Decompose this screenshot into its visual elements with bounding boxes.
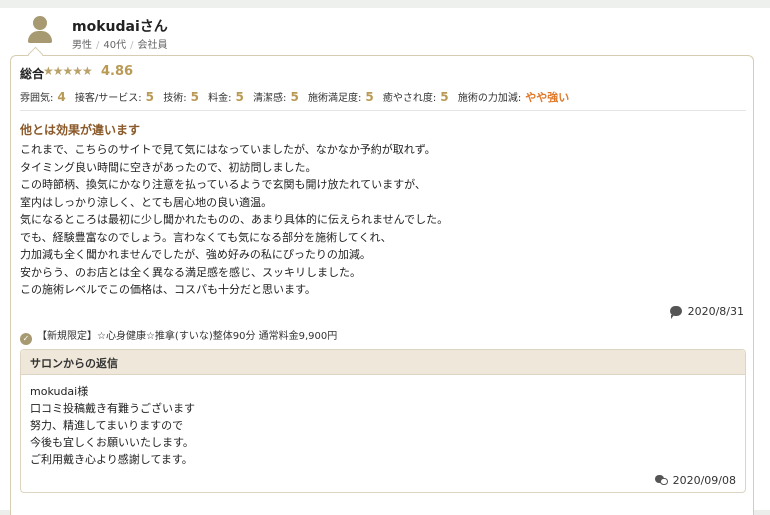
rating-value: 5 [290,90,299,104]
check-icon: ✓ [20,333,32,345]
review-line: これまで、こちらのサイトで見て気にはなっていましたが、なかなか予約が取れず。 [20,143,436,156]
star-rating-icon: ★★★★★ [43,64,93,78]
review-line: でも、経験豊富なのでしょう。言わなくても気になる部分を施術してくれ、 [20,230,392,244]
review-title: 他とは効果が違います [20,123,141,137]
review-line: 気になるところは最初に少し聞かれたものの、あまり具体的に伝えられませんでした。 [20,213,449,226]
review-line: 力加減も全く聞かれませんでしたが、強め好みの私にぴったりの加減。 [20,248,371,261]
reply-title: サロンからの返信 [30,357,118,370]
reviewer-meta: 男性/40代 / 会社員 [72,40,168,51]
rating-label: 料金: [208,93,232,104]
reviewer-job: 会社員 [137,40,168,51]
rating-value: 5 [235,90,244,104]
user-avatar-icon [27,16,53,44]
strength-label: 施術の力加減: [457,93,522,104]
rating-label: 施術満足度: [307,93,362,104]
reviewer-gender: 男性 [72,40,92,51]
review-line: 室内はしっかり涼しく、とても居心地の良い適温。 [20,195,273,209]
category-ratings: 雰囲気: 4 接客/サービス: 5 技術: 5 料金: 5 清潔感: 5 施術満足度: 5 … [20,89,569,105]
rating-label: 接客/サービス: [74,93,142,104]
reply-date: 2020/09/08 [654,474,736,487]
rating-label: 雰囲気: [20,93,54,104]
reply-date-text: 2020/09/08 [672,474,736,487]
review-date: 2020/8/31 [669,305,744,319]
reviewer-name: mokudaiさん [72,19,168,35]
rating-label: 技術: [163,93,187,104]
reply-line: 今後も宜しくお願いいたします。 [30,436,194,449]
reviewer-age: 40代 [103,40,127,51]
rating-label: 清潔感: [253,93,287,104]
review-line: この施術レベルでこの価格は、コスパも十分だと思います。 [20,283,316,296]
top-strip [0,0,770,8]
reply-line: ご利用戴き心より感謝してます。 [30,453,193,466]
review-body: これまで、こちらのサイトで見て気にはなっていましたが、なかなか予約が取れず。 タ… [20,141,740,299]
reply-line: mokudai様 [30,385,89,398]
divider [20,110,746,111]
reply-header [21,350,745,375]
overall-score: 4.86 [101,64,134,79]
rating-label: 癒やされ度: [382,93,437,104]
comment-icon [669,306,682,319]
salon-reply: サロンからの返信 mokudai様 口コミ投稿戴き有難うございます 努力、精進し… [20,349,746,493]
rating-value: 4 [57,90,66,104]
rating-value: 5 [145,90,155,104]
reply-line: 努力、精進してまいりますので [30,419,184,432]
reply-body: mokudai様 口コミ投稿戴き有難うございます 努力、精進してまいりますので … [30,383,195,468]
used-menu[interactable]: ✓ 【新規限定】☆心身健康☆推拿(すいな)整体90分 通常料金9,900円 [20,327,337,345]
review-line: この時節柄、換気にかなり注意を払っているようで玄関も開け放たれていますが、 [20,178,426,191]
rating-value: 5 [365,90,374,104]
review-date-text: 2020/8/31 [687,305,744,318]
overall-label: 総合 [20,67,45,81]
chat-icon [654,475,669,485]
review-page: mokudaiさん 男性/40代 / 会社員 総合 ★★★★★ 4.86 雰囲気: 4… [0,0,770,515]
strength-value: やや強い [525,91,570,104]
rating-value: 5 [190,90,199,104]
rating-value: 5 [440,90,449,104]
menu-text[interactable]: 【新規限定】☆心身健康☆推拿(すいな)整体90分 通常料金9,900円 [37,331,337,342]
review-line: タイミング良い時間に空きがあったので、初訪問しました。 [20,160,317,174]
review-line: 安からう、のお店とは全く異なる満足感を感じ、スッキリしました。 [20,265,361,279]
reply-line: 口コミ投稿戴き有難うございます [30,402,195,415]
